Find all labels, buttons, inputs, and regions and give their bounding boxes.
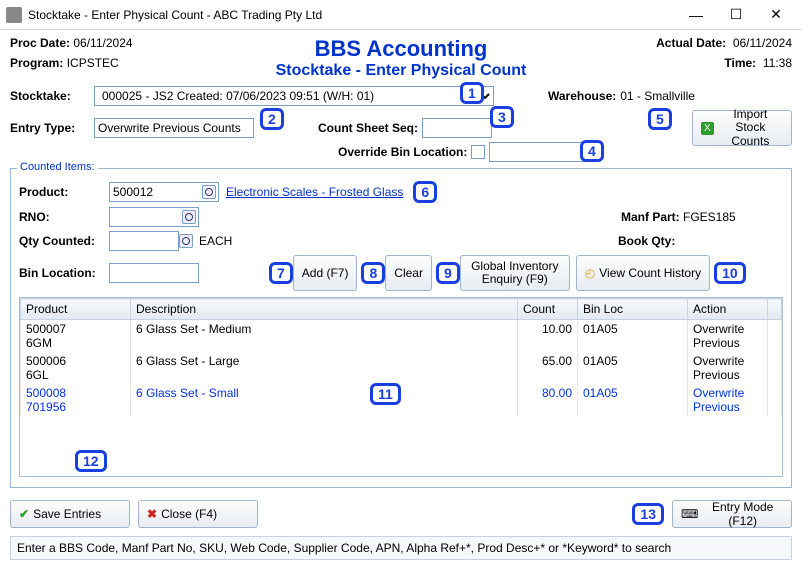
save-entries-button[interactable]: ✔ Save Entries [10,500,130,528]
check-icon: ✔ [19,507,29,521]
table-row[interactable]: 5000066GL6 Glass Set - Large65.0001A05Ov… [21,352,782,384]
count-sheet-field[interactable] [422,118,492,138]
clear-button[interactable]: Clear [385,255,432,291]
bin-location-input[interactable] [109,263,199,283]
global-inventory-button[interactable]: Global Inventory Enquiry (F9) [460,255,570,291]
manf-part-value: FGES185 [683,210,783,224]
actual-date-label: Actual Date: [656,36,726,50]
warehouse-value: 01 - Smallville [620,89,695,103]
table-row[interactable]: 5000076GM6 Glass Set - Medium10.0001A05O… [21,320,782,353]
stocktake-select[interactable]: 000025 - JS2 Created: 07/06/2023 09:51 (… [94,86,494,106]
col-bin[interactable]: Bin Loc [578,299,688,320]
close-window-button[interactable]: ✕ [756,0,796,30]
x-icon: ✖ [147,507,157,521]
counted-items-table[interactable]: Product Description Count Bin Loc Action… [20,298,782,416]
program-value: ICPSTEC [67,56,119,70]
stocktake-label: Stocktake: [10,89,90,103]
bottom-toolbar: ✔ Save Entries ✖ Close (F4) 13 ⌨ Entry M… [0,494,802,534]
add-button[interactable]: Add (F7) [293,255,358,291]
callout-10: 10 [714,262,746,284]
status-bar: Enter a BBS Code, Manf Part No, SKU, Web… [10,536,792,560]
counted-items-legend: Counted Items: [17,161,98,173]
rno-lookup-icon[interactable] [182,210,196,224]
clock-icon: ◴ [585,266,595,280]
close-button[interactable]: ✖ Close (F4) [138,500,258,528]
callout-5: 5 [648,108,672,130]
callout-2: 2 [260,108,284,130]
callout-13: 13 [632,503,664,525]
entry-type-field[interactable] [94,118,254,138]
view-count-history-button[interactable]: ◴ View Count History [576,255,710,291]
col-description[interactable]: Description [131,299,518,320]
uom-value: EACH [199,234,232,248]
callout-12: 12 [75,450,107,472]
time-value: 11:38 [763,56,792,70]
minimize-button[interactable]: — [676,0,716,30]
callout-9: 9 [436,262,460,284]
product-description-link[interactable]: Electronic Scales - Frosted Glass [226,185,403,199]
col-count[interactable]: Count [518,299,578,320]
rno-label: RNO: [19,210,109,224]
keyboard-icon: ⌨ [681,507,698,521]
entry-type-label: Entry Type: [10,121,90,135]
proc-date-value: 06/11/2024 [73,36,132,50]
stocktake-row: Stocktake: 000025 - JS2 Created: 07/06/2… [0,84,802,108]
product-lookup-icon[interactable] [202,185,216,199]
col-action[interactable]: Action [688,299,768,320]
book-qty-label: Book Qty: [618,234,783,248]
callout-6: 6 [413,181,437,203]
proc-date-label: Proc Date: [10,36,70,50]
callout-7: 7 [269,262,293,284]
window-titlebar: Stocktake - Enter Physical Count - ABC T… [0,0,802,30]
manf-part-label: Manf Part: [621,210,680,224]
product-label: Product: [19,185,109,199]
counted-items-fieldset: Counted Items: Product: Electronic Scale… [10,168,792,488]
count-sheet-label: Count Sheet Seq: [318,121,418,135]
maximize-button[interactable]: ☐ [716,0,756,30]
counted-items-table-wrap: Product Description Count Bin Loc Action… [19,297,783,477]
override-bin-label: Override Bin Location: [338,145,467,159]
warehouse-label: Warehouse: [548,89,616,103]
program-label: Program: [10,56,63,70]
actual-date-value: 06/11/2024 [733,36,792,50]
qty-counted-label: Qty Counted: [19,234,109,248]
override-bin-checkbox[interactable] [471,145,485,159]
entry-mode-button[interactable]: ⌨ Entry Mode (F12) [672,500,792,528]
callout-8: 8 [361,262,385,284]
col-product[interactable]: Product [21,299,131,320]
time-label: Time: [724,56,756,70]
bin-location-label: Bin Location: [19,266,109,280]
qty-counted-input[interactable] [109,231,179,251]
calculator-icon[interactable] [179,234,193,248]
callout-3: 3 [490,106,514,128]
override-bin-row: Override Bin Location: 4 [0,140,802,164]
override-bin-field[interactable] [489,142,599,162]
app-icon [6,7,22,23]
table-row[interactable]: 5000087019566 Glass Set - Small80.0001A0… [21,384,782,416]
header: Proc Date: 06/11/2024 Program: ICPSTEC B… [0,30,802,84]
excel-icon: X [701,122,714,135]
window-title: Stocktake - Enter Physical Count - ABC T… [28,8,676,22]
